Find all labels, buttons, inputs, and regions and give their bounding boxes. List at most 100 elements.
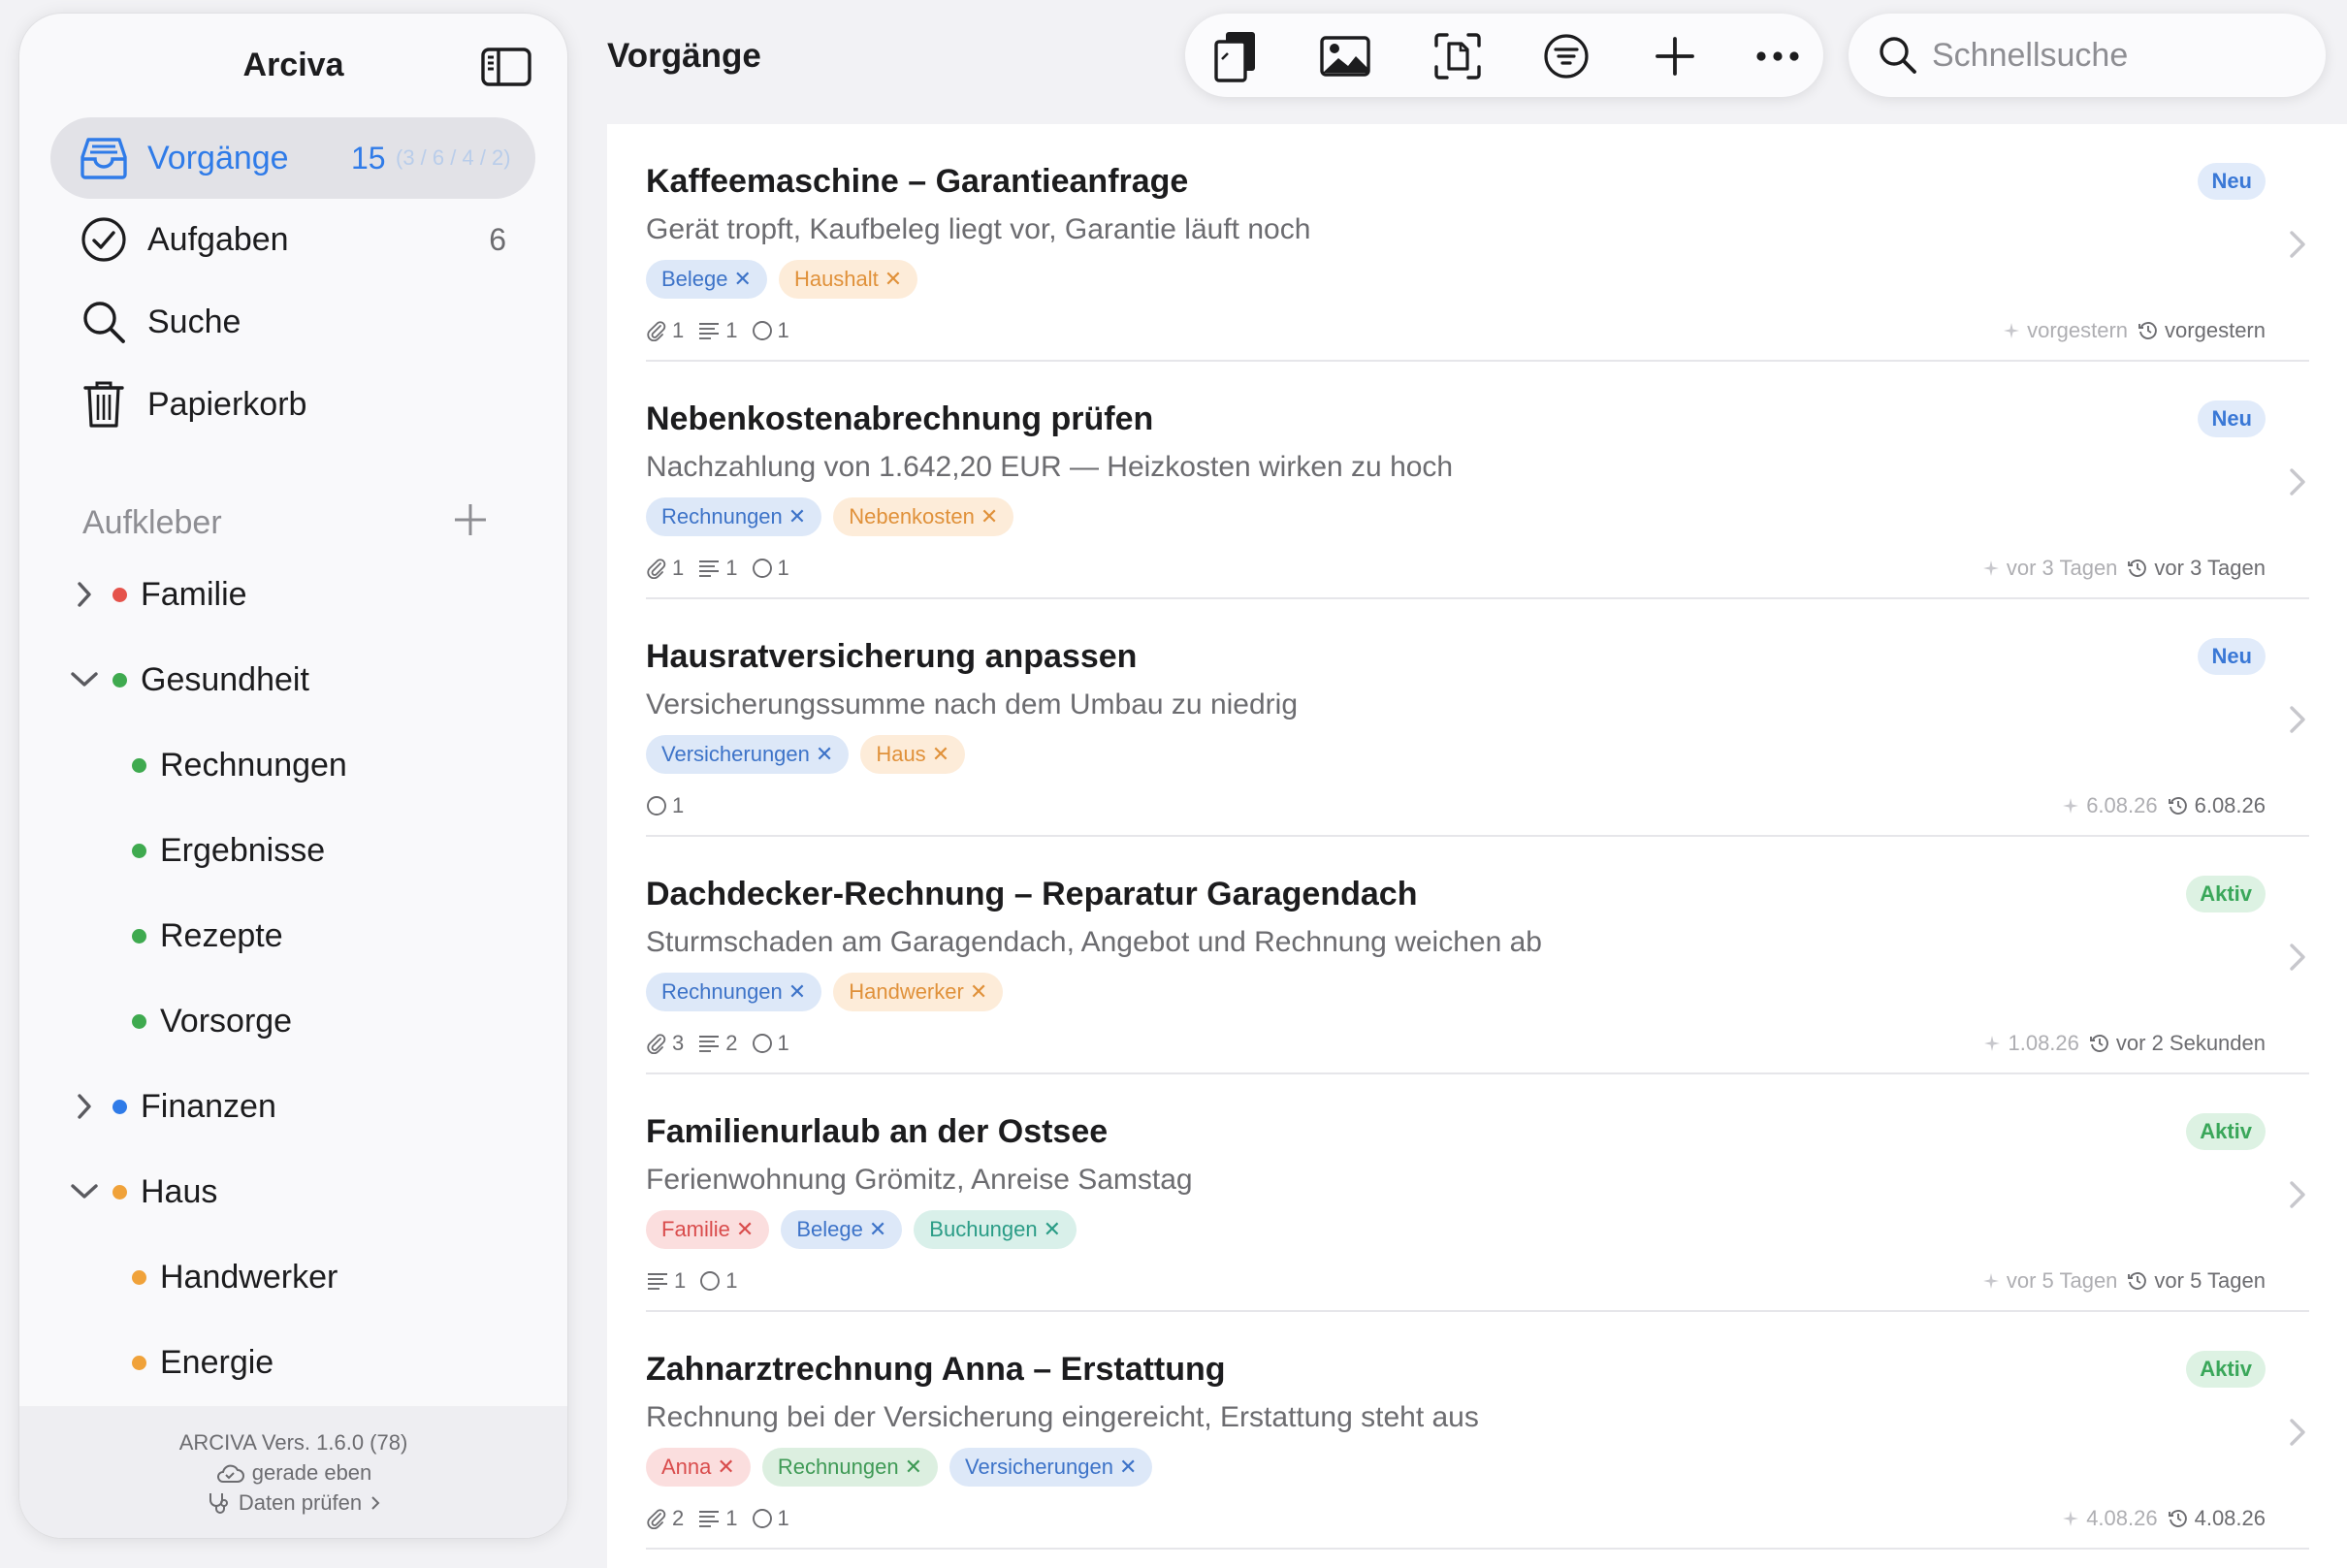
trash-icon [78,378,130,431]
remove-tag-icon[interactable]: ✕ [736,1217,754,1242]
status-badge: Neu [2198,163,2266,200]
case-card[interactable]: Zahnarztrechnung Anna – Erstattung Aktiv R… [646,1312,2309,1550]
date-row: vorgestern vorgestern [2002,318,2266,343]
tree-item-haus[interactable]: Haus [70,1163,217,1221]
tag-label: Haus [876,742,926,766]
remove-tag-icon[interactable]: ✕ [970,979,987,1005]
remove-tag-icon[interactable]: ✕ [905,1455,922,1480]
photo-import-button[interactable] [1319,30,1371,82]
case-card[interactable]: Hausratversicherung anpassen Neu Versicher… [646,599,2309,837]
scan-document-button[interactable] [1431,30,1484,82]
sticker-tag[interactable]: Haus ✕ [860,735,966,774]
inbox-tray-icon [78,132,130,184]
date-row: 1.08.26 vor 2 Sekunden [1982,1031,2266,1056]
text-lines-icon [699,560,720,577]
tree-item-finanzen[interactable]: Finanzen [70,1077,276,1136]
nav-item-vorgaenge[interactable]: Vorgänge 15 (3 / 6 / 4 / 2) [50,117,535,199]
tree-item-ergebnisse[interactable]: Ergebnisse [132,821,325,880]
sticker-tag[interactable]: Buchungen ✕ [914,1210,1077,1249]
case-card[interactable]: Dachdecker-Rechnung – Reparatur Garagend… [646,837,2309,1074]
sticker-tag[interactable]: Nebenkosten ✕ [833,497,1014,536]
tree-item-rechnungen[interactable]: Rechnungen [132,736,347,794]
nav-item-aufgaben[interactable]: Aufgaben 6 [50,199,535,280]
sticker-tag[interactable]: Rechnungen ✕ [646,497,822,536]
nav-item-papierkorb[interactable]: Papierkorb [50,364,535,445]
chevron-down-icon[interactable] [70,665,99,694]
chevron-right-icon [2290,1419,2305,1446]
chevron-down-icon[interactable] [70,1177,99,1206]
tag-row: Versicherungen ✕ Haus ✕ [646,735,966,774]
tree-label: Finanzen [141,1087,276,1125]
sticker-tag[interactable]: Anna ✕ [646,1448,751,1487]
remove-tag-icon[interactable]: ✕ [717,1455,734,1480]
meta-count: 1 [646,793,684,818]
sticker-tag[interactable]: Familie ✕ [646,1210,770,1249]
text-lines-icon [648,1273,667,1290]
sidebar: Arciva Vorgänge 15 (3 / 6 / 4 / 2) Aufga… [19,14,567,1538]
sticker-tag[interactable]: Handwerker ✕ [833,973,1004,1011]
tree-label: Handwerker [160,1258,338,1296]
sticker-tag[interactable]: Belege ✕ [781,1210,903,1249]
tree-item-vorsorge[interactable]: Vorsorge [132,992,292,1050]
check-data-text: Daten prüfen [238,1490,363,1515]
tree-item-handwerker[interactable]: Handwerker [132,1248,338,1306]
nav-count: 15 [351,140,386,176]
case-card[interactable]: Nebenkostenabrechnung prüfen Neu Nachzahlu… [646,362,2309,599]
task-circle-icon [700,1271,721,1291]
paperclip-icon [647,559,666,579]
nav-label: Vorgänge [147,139,289,176]
sparkle-icon [2004,323,2020,338]
chevron-right-icon[interactable] [70,1092,99,1121]
case-description: Gerät tropft, Kaufbeleg liegt vor, Garan… [646,213,1311,245]
tree-item-rezepte[interactable]: Rezepte [132,907,283,965]
filter-button[interactable] [1540,30,1592,82]
check-data-link[interactable]: Daten prüfen [19,1488,567,1518]
case-description: Rechnung bei der Versicherung eingereich… [646,1401,1479,1433]
remove-tag-icon[interactable]: ✕ [932,742,949,767]
sticker-tag[interactable]: Rechnungen ✕ [646,973,822,1011]
date-row: 6.08.26 6.08.26 [2061,793,2266,818]
tag-label: Anna [661,1455,712,1479]
modified-date: 6.08.26 [2168,793,2266,818]
tree-label: Rezepte [160,916,283,954]
more-button[interactable] [1752,30,1804,82]
tree-item-energie[interactable]: Energie [132,1333,273,1392]
sidebar-toggle-icon[interactable] [480,47,532,87]
chevron-right-icon[interactable] [70,580,99,609]
remove-tag-icon[interactable]: ✕ [816,742,833,767]
sticker-tag[interactable]: Rechnungen ✕ [761,1448,939,1487]
case-card[interactable]: Kaffeemaschine – Garantieanfrage Neu Gerät… [646,124,2309,362]
remove-tag-icon[interactable]: ✕ [884,267,902,292]
remove-tag-icon[interactable]: ✕ [1119,1455,1137,1480]
remove-tag-icon[interactable]: ✕ [981,504,998,529]
sticker-tag[interactable]: Versicherungen ✕ [949,1448,1153,1487]
chevron-right-icon [2290,706,2305,733]
sticker-tag[interactable]: Belege ✕ [646,260,767,299]
sticker-color-dot [113,1099,127,1114]
case-description: Sturmschaden am Garagendach, Angebot und… [646,926,1542,958]
remove-tag-icon[interactable]: ✕ [788,504,806,529]
tree-item-gesundheit[interactable]: Gesundheit [70,651,309,709]
text-lines-icon [699,323,720,339]
scan-documents-button[interactable] [1210,30,1263,82]
add-sticker-icon[interactable] [451,500,490,539]
add-button[interactable] [1649,30,1701,82]
meta-count: 1 [752,318,789,343]
remove-tag-icon[interactable]: ✕ [1044,1217,1061,1242]
remove-tag-icon[interactable]: ✕ [788,979,806,1005]
meta-count: 1 [697,318,738,343]
remove-tag-icon[interactable]: ✕ [734,267,752,292]
meta-count: 2 [646,1506,684,1531]
sync-status: gerade eben [19,1457,567,1488]
case-title: Kaffeemaschine – Garantieanfrage [646,163,1189,200]
sticker-tag[interactable]: Versicherungen ✕ [646,735,850,774]
page-title: Vorgänge [607,37,761,75]
case-card[interactable]: Familienurlaub an der Ostsee Aktiv Ferienw… [646,1074,2309,1312]
remove-tag-icon[interactable]: ✕ [869,1217,886,1242]
sticker-color-dot [113,587,127,602]
tree-item-familie[interactable]: Familie [70,565,247,624]
paperclip-icon [647,1034,666,1054]
search-input[interactable] [1932,31,2300,80]
sticker-tag[interactable]: Haushalt ✕ [778,260,918,299]
nav-item-suche[interactable]: Suche [50,281,535,363]
